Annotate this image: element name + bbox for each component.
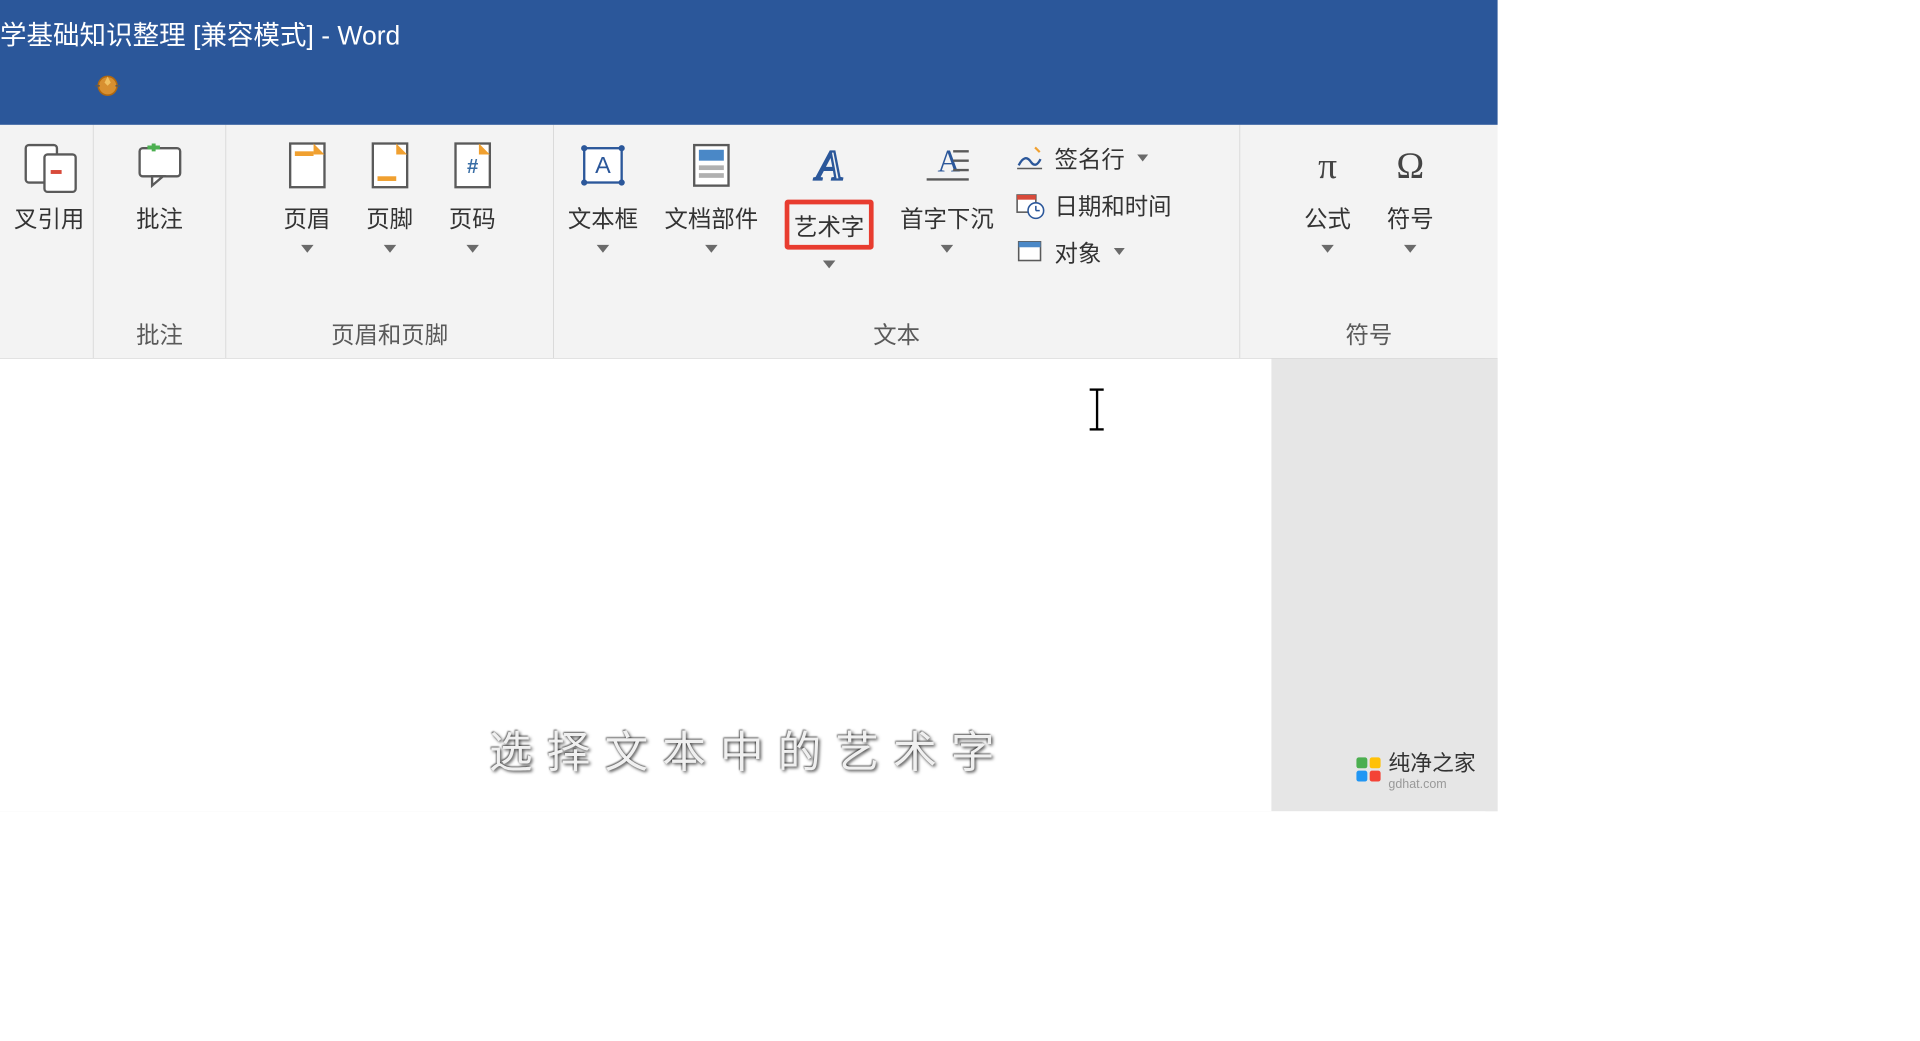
chevron-down-icon bbox=[301, 245, 313, 253]
addon-icon[interactable] bbox=[94, 72, 122, 100]
chevron-down-icon bbox=[1137, 154, 1148, 161]
word-art-icon: A bbox=[801, 137, 857, 193]
chevron-down-icon bbox=[1404, 245, 1416, 253]
footer-label: 页脚 bbox=[366, 200, 413, 234]
text-side-items: 签名行 日期和时间 对象 bbox=[1014, 134, 1172, 268]
cross-reference-button[interactable]: 叉引用 bbox=[8, 134, 91, 237]
watermark-name: 纯净之家 bbox=[1388, 746, 1475, 777]
ribbon: 叉引用 批注 批注 bbox=[0, 125, 1498, 359]
chevron-down-icon bbox=[705, 245, 717, 253]
cross-reference-label: 叉引用 bbox=[14, 200, 84, 234]
header-button[interactable]: 页眉 bbox=[273, 134, 342, 256]
watermark: 纯净之家 gdhat.com bbox=[1356, 746, 1475, 791]
comments-group-label: 批注 bbox=[101, 308, 217, 353]
signature-icon bbox=[1014, 142, 1045, 173]
svg-text:π: π bbox=[1318, 146, 1337, 187]
page-number-icon: # bbox=[444, 137, 500, 193]
object-label: 对象 bbox=[1055, 234, 1102, 268]
text-cursor bbox=[1096, 390, 1098, 429]
watermark-url: gdhat.com bbox=[1388, 778, 1475, 792]
drop-cap-label: 首字下沉 bbox=[900, 200, 994, 234]
date-time-button[interactable]: 日期和时间 bbox=[1014, 187, 1172, 221]
cross-reference-icon bbox=[21, 137, 77, 193]
svg-text:A: A bbox=[813, 142, 842, 189]
header-footer-group-label: 页眉和页脚 bbox=[234, 308, 545, 353]
text-box-label: 文本框 bbox=[568, 200, 638, 234]
symbol-button[interactable]: Ω 符号 bbox=[1376, 134, 1445, 256]
vertical-scrollbar[interactable] bbox=[1485, 359, 1497, 811]
header-icon bbox=[279, 137, 335, 193]
quick-parts-button[interactable]: 文档部件 bbox=[658, 134, 764, 256]
header-label: 页眉 bbox=[284, 200, 331, 234]
symbols-group-label: 符号 bbox=[1248, 308, 1490, 353]
ribbon-group-text: A 文本框 文档部件 A 艺术字 bbox=[554, 125, 1240, 358]
symbol-icon: Ω bbox=[1382, 137, 1438, 193]
chevron-down-icon bbox=[941, 245, 953, 253]
text-group-label: 文本 bbox=[562, 308, 1232, 353]
page-number-button[interactable]: # 页码 bbox=[438, 134, 507, 256]
quick-parts-label: 文档部件 bbox=[665, 200, 759, 234]
ribbon-group-symbols: π 公式 Ω 符号 符号 bbox=[1240, 125, 1497, 358]
svg-text:Ω: Ω bbox=[1396, 146, 1424, 187]
app-name: Word bbox=[337, 21, 400, 51]
symbol-label: 符号 bbox=[1387, 200, 1434, 234]
word-art-button[interactable]: A 艺术字 bbox=[778, 134, 879, 271]
signature-line-button[interactable]: 签名行 bbox=[1014, 140, 1172, 174]
equation-label: 公式 bbox=[1304, 200, 1351, 234]
signature-line-label: 签名行 bbox=[1055, 140, 1125, 174]
page-number-label: 页码 bbox=[449, 200, 496, 234]
ribbon-group-reference: 叉引用 bbox=[0, 125, 94, 358]
footer-icon bbox=[362, 137, 418, 193]
comment-button[interactable]: 批注 bbox=[125, 134, 194, 237]
equation-button[interactable]: π 公式 bbox=[1293, 134, 1362, 256]
chevron-down-icon bbox=[823, 261, 835, 269]
drop-cap-button[interactable]: A 首字下沉 bbox=[894, 134, 1000, 256]
svg-text:A: A bbox=[595, 152, 611, 178]
date-time-icon bbox=[1014, 189, 1045, 220]
subtitle-caption: 选择文本中的艺术字 bbox=[489, 718, 1008, 781]
word-art-label: 艺术字 bbox=[794, 207, 864, 241]
text-box-button[interactable]: A 文本框 bbox=[562, 134, 645, 256]
comment-icon bbox=[131, 137, 187, 193]
quick-parts-icon bbox=[683, 137, 739, 193]
title-bar: 学基础知识整理 [兼容模式] - Word bbox=[0, 0, 1498, 125]
chevron-down-icon bbox=[1321, 245, 1333, 253]
comment-label: 批注 bbox=[136, 200, 183, 234]
chevron-down-icon bbox=[1114, 248, 1125, 255]
drop-cap-icon: A bbox=[919, 137, 975, 193]
ribbon-group-header-footer: 页眉 页脚 # 页码 页眉和页脚 bbox=[226, 125, 554, 358]
object-icon bbox=[1014, 236, 1045, 267]
chevron-down-icon bbox=[597, 245, 609, 253]
chevron-down-icon bbox=[383, 245, 395, 253]
chevron-down-icon bbox=[466, 245, 478, 253]
text-box-icon: A bbox=[575, 137, 631, 193]
ribbon-group-comments: 批注 批注 bbox=[94, 125, 227, 358]
object-button[interactable]: 对象 bbox=[1014, 234, 1172, 268]
highlight-box: 艺术字 bbox=[785, 200, 874, 250]
footer-button[interactable]: 页脚 bbox=[355, 134, 424, 256]
window-title: 学基础知识整理 [兼容模式] - Word bbox=[0, 8, 1498, 52]
document-name: 学基础知识整理 [兼容模式] bbox=[0, 21, 314, 51]
equation-icon: π bbox=[1299, 137, 1355, 193]
watermark-logo-icon bbox=[1356, 757, 1380, 781]
date-time-label: 日期和时间 bbox=[1055, 187, 1172, 221]
svg-text:#: # bbox=[467, 156, 478, 178]
